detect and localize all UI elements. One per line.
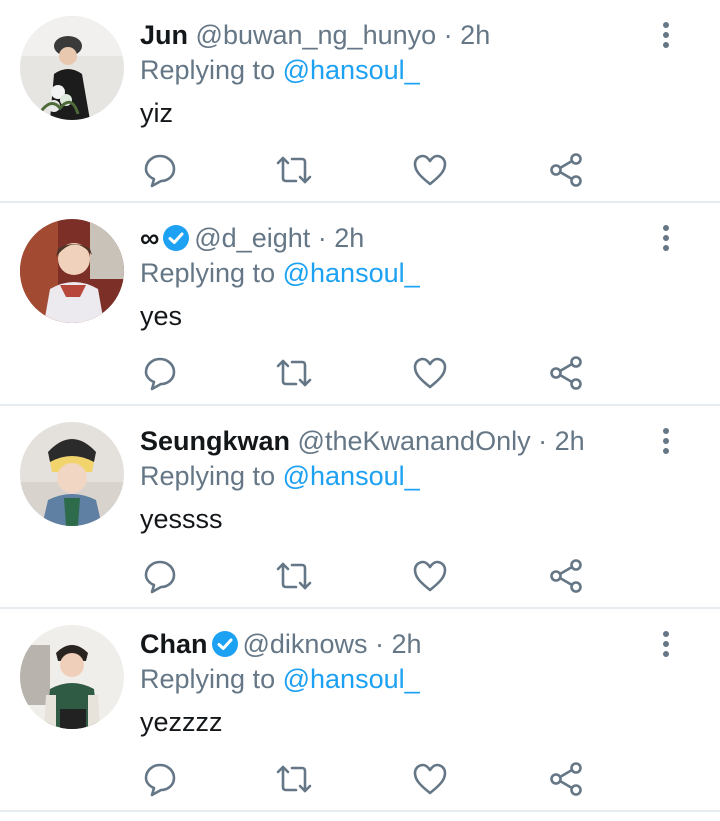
user-handle[interactable]: @theKwanandOnly xyxy=(298,426,531,456)
reply-target-link[interactable]: @hansoul_ xyxy=(283,258,420,288)
reply-target-link[interactable]: @hansoul_ xyxy=(283,461,420,491)
tweet-text: yes xyxy=(140,301,183,331)
verified-badge-icon xyxy=(163,225,190,251)
retweet-icon[interactable] xyxy=(274,353,314,393)
display-name[interactable]: Chan xyxy=(140,629,208,659)
more-vertical-icon[interactable] xyxy=(654,424,678,458)
share-icon[interactable] xyxy=(546,353,586,393)
reply-icon[interactable] xyxy=(140,150,180,190)
separator: · xyxy=(374,629,384,659)
replying-to: Replying to @hansoul_ xyxy=(140,662,420,696)
tweet-text: yezzzz xyxy=(140,707,223,737)
tweet[interactable]: Seungkwan @theKwanandOnly · 2h Replying … xyxy=(0,406,720,609)
heart-icon[interactable] xyxy=(410,150,450,190)
more-vertical-icon[interactable] xyxy=(654,627,678,661)
more-vertical-icon[interactable] xyxy=(654,221,678,255)
reply-icon[interactable] xyxy=(140,556,180,596)
retweet-icon[interactable] xyxy=(274,759,314,799)
share-icon[interactable] xyxy=(546,556,586,596)
reply-target-link[interactable]: @hansoul_ xyxy=(283,664,420,694)
replying-to-label: Replying to xyxy=(140,461,276,491)
reply-icon[interactable] xyxy=(140,759,180,799)
tweet-text: yiz xyxy=(140,98,173,128)
display-name[interactable]: ∞ xyxy=(140,223,159,253)
tweet-text: yessss xyxy=(140,504,223,534)
retweet-icon[interactable] xyxy=(274,556,314,596)
reply-feed: Jun @buwan_ng_hunyo · 2h Replying to @ha… xyxy=(0,0,720,812)
replying-to: Replying to @hansoul_ xyxy=(140,256,420,290)
separator: · xyxy=(538,426,548,456)
heart-icon[interactable] xyxy=(410,759,450,799)
tweet-header: Seungkwan @theKwanandOnly · 2h xyxy=(140,424,585,458)
replying-to: Replying to @hansoul_ xyxy=(140,53,420,87)
display-name[interactable]: Jun xyxy=(140,20,188,50)
replying-to-label: Replying to xyxy=(140,258,276,288)
share-icon[interactable] xyxy=(546,150,586,190)
share-icon[interactable] xyxy=(546,759,586,799)
reply-icon[interactable] xyxy=(140,353,180,393)
tweet-header: Chan @diknows · 2h xyxy=(140,627,422,661)
replying-to: Replying to @hansoul_ xyxy=(140,459,420,493)
timestamp[interactable]: 2h xyxy=(460,20,490,50)
tweet-actions xyxy=(140,556,600,596)
tweet-actions xyxy=(140,353,600,393)
tweet-actions xyxy=(140,150,600,190)
tweet-header: Jun @buwan_ng_hunyo · 2h xyxy=(140,18,490,52)
heart-icon[interactable] xyxy=(410,556,450,596)
heart-icon[interactable] xyxy=(410,353,450,393)
more-vertical-icon[interactable] xyxy=(654,18,678,52)
timestamp[interactable]: 2h xyxy=(392,629,422,659)
timestamp[interactable]: 2h xyxy=(334,223,364,253)
tweet-actions xyxy=(140,759,600,799)
replying-to-label: Replying to xyxy=(140,55,276,85)
tweet[interactable]: Jun @buwan_ng_hunyo · 2h Replying to @ha… xyxy=(0,0,720,203)
tweet[interactable]: ∞ @d_eight · 2h Replying to @hansoul_ yes xyxy=(0,203,720,406)
avatar[interactable] xyxy=(20,625,124,729)
tweet-header: ∞ @d_eight · 2h xyxy=(140,221,364,255)
user-handle[interactable]: @diknows xyxy=(243,629,368,659)
reply-target-link[interactable]: @hansoul_ xyxy=(283,55,420,85)
avatar[interactable] xyxy=(20,219,124,323)
timestamp[interactable]: 2h xyxy=(555,426,585,456)
user-handle[interactable]: @buwan_ng_hunyo xyxy=(196,20,437,50)
avatar[interactable] xyxy=(20,16,124,120)
separator: · xyxy=(443,20,453,50)
verified-badge-icon xyxy=(211,631,238,657)
separator: · xyxy=(317,223,327,253)
tweet[interactable]: Chan @diknows · 2h Replying to @hansoul_ … xyxy=(0,609,720,812)
display-name[interactable]: Seungkwan xyxy=(140,426,290,456)
avatar[interactable] xyxy=(20,422,124,526)
retweet-icon[interactable] xyxy=(274,150,314,190)
user-handle[interactable]: @d_eight xyxy=(194,223,310,253)
replying-to-label: Replying to xyxy=(140,664,276,694)
